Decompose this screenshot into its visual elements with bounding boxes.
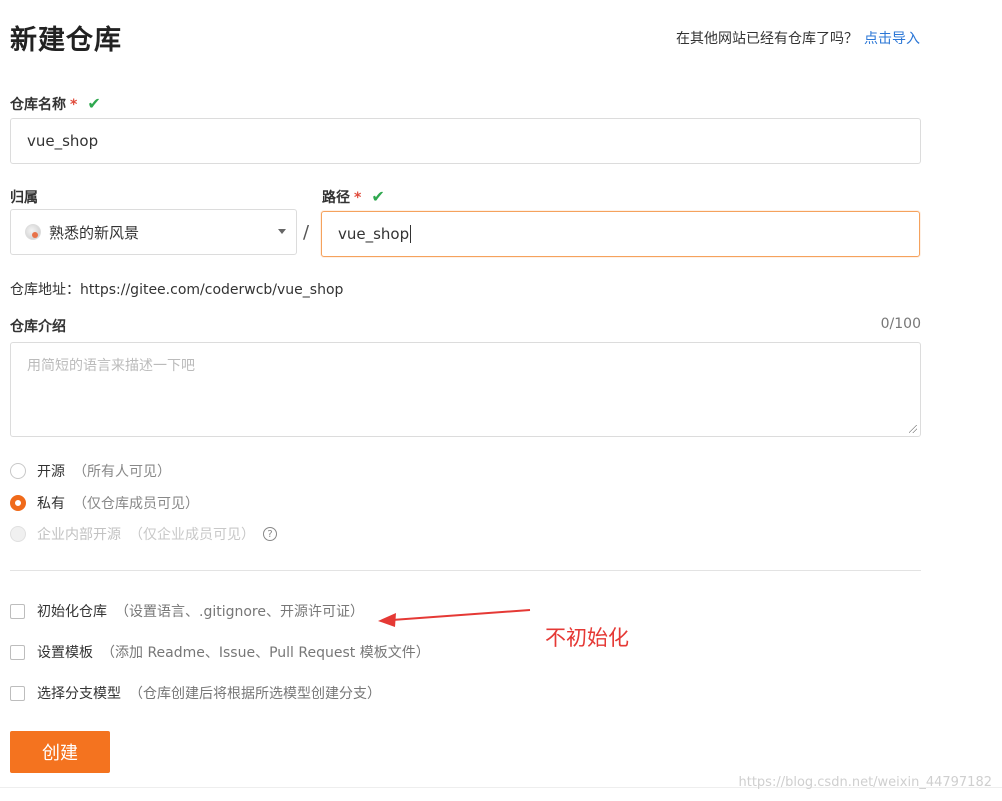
option-hint: （设置语言、.gitignore、开源许可证） [115, 604, 364, 620]
import-prompt-text: 在其他网站已经有仓库了吗？ [676, 31, 858, 47]
visibility-label: 企业内部开源 [37, 527, 121, 543]
path-label-text: 路径 [322, 190, 350, 206]
visibility-label: 私有 [37, 496, 65, 512]
repo-address: 仓库地址：https://gitee.com/coderwcb/vue_shop [10, 279, 343, 299]
option-init-repo[interactable]: 初始化仓库 （设置语言、.gitignore、开源许可证） [10, 601, 364, 621]
option-branch-model[interactable]: 选择分支模型 （仓库创建后将根据所选模型创建分支） [10, 683, 381, 703]
repo-name-label: 仓库名称 * ✔ [10, 94, 101, 114]
checkbox-icon[interactable] [10, 644, 25, 660]
option-label: 选择分支模型 [37, 686, 121, 702]
create-button[interactable]: 创建 [10, 731, 110, 773]
visibility-hint: （仅仓库成员可见） [73, 496, 199, 512]
owner-select[interactable]: 熟悉的新风景 [10, 209, 297, 255]
repo-address-value: https://gitee.com/coderwcb/vue_shop [80, 282, 344, 298]
question-circle-icon[interactable]: ? [263, 527, 277, 541]
divider [10, 570, 921, 571]
radio-disabled-icon [10, 526, 26, 542]
option-template[interactable]: 设置模板 （添加 Readme、Issue、Pull Request 模板文件） [10, 642, 430, 662]
repo-address-label: 仓库地址： [10, 282, 80, 298]
required-mark: * [354, 190, 362, 206]
path-label: 路径 * ✔ [322, 187, 385, 207]
visibility-option-public[interactable]: 开源 （所有人可见） [10, 461, 171, 481]
description-counter: 0/100 [880, 316, 921, 332]
annotation-text: 不初始化 [545, 626, 629, 650]
option-hint: （仓库创建后将根据所选模型创建分支） [129, 686, 381, 702]
path-value: vue_shop [338, 225, 410, 243]
watermark: https://blog.csdn.net/weixin_44797182 [738, 775, 992, 790]
import-link[interactable]: 点击导入 [864, 31, 920, 47]
repo-name-input[interactable]: vue_shop [10, 118, 921, 164]
visibility-option-private[interactable]: 私有 （仅仓库成员可见） [10, 493, 199, 513]
checkbox-icon[interactable] [10, 603, 25, 619]
owner-selected-value: 熟悉的新风景 [49, 223, 140, 242]
repo-name-label-text: 仓库名称 [10, 97, 66, 113]
repo-name-value: vue_shop [27, 132, 99, 150]
owner-label: 归属 [10, 190, 38, 206]
visibility-label: 开源 [37, 464, 65, 480]
description-textarea[interactable]: 用简短的语言来描述一下吧 [10, 342, 921, 437]
path-separator: / [303, 222, 310, 243]
visibility-hint: （仅企业成员可见） [129, 527, 255, 543]
option-label: 初始化仓库 [37, 604, 107, 620]
page-title: 新建仓库 [10, 25, 122, 56]
visibility-option-enterprise: 企业内部开源 （仅企业成员可见） ? [10, 524, 277, 544]
import-prompt: 在其他网站已经有仓库了吗？ 点击导入 [676, 28, 920, 48]
option-label: 设置模板 [37, 645, 93, 661]
annotation-arrow-icon [378, 609, 531, 627]
avatar-icon [25, 224, 41, 240]
option-hint: （添加 Readme、Issue、Pull Request 模板文件） [101, 645, 430, 661]
description-placeholder: 用简短的语言来描述一下吧 [27, 358, 195, 374]
resize-handle-icon[interactable] [909, 425, 917, 433]
required-mark: * [70, 97, 78, 113]
checkbox-icon[interactable] [10, 685, 25, 701]
radio-selected-icon[interactable] [10, 495, 26, 511]
description-label: 仓库介绍 [10, 319, 66, 335]
visibility-hint: （所有人可见） [73, 464, 171, 480]
check-icon: ✔ [87, 94, 101, 113]
path-input[interactable]: vue_shop [321, 211, 920, 257]
radio-icon[interactable] [10, 463, 26, 479]
text-cursor [410, 225, 412, 243]
check-icon: ✔ [371, 187, 385, 206]
caret-down-icon [278, 229, 286, 234]
